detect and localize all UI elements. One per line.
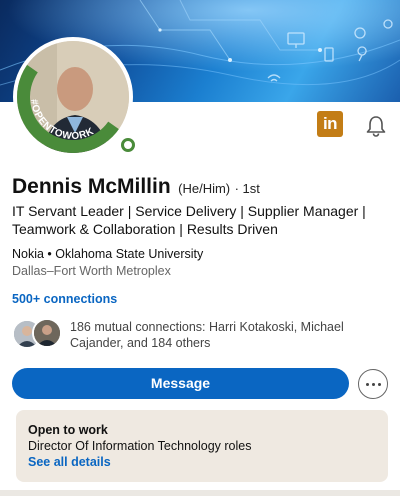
profile-avatar[interactable]: #OPENTOWORK <box>13 37 139 157</box>
profile-org[interactable]: Nokia • Oklahoma State University <box>12 247 203 261</box>
mutual-avatars[interactable] <box>12 318 62 350</box>
connection-degree: · 1st <box>234 181 260 196</box>
more-icon[interactable] <box>358 369 388 399</box>
section-divider <box>0 490 400 496</box>
see-all-details-link[interactable]: See all details <box>28 455 376 469</box>
avatar-photo: #OPENTOWORK <box>13 37 133 157</box>
avatar <box>32 318 62 348</box>
pronouns: (He/Him) <box>178 181 231 196</box>
open-to-work-roles: Director Of Information Technology roles <box>28 439 252 453</box>
bell-icon[interactable] <box>363 113 389 139</box>
open-to-work-indicator <box>117 134 139 156</box>
linkedin-icon[interactable]: in <box>317 111 343 137</box>
profile-headline: IT Servant Leader | Service Delivery | S… <box>12 203 366 237</box>
profile-location: Dallas–Fort Worth Metroplex <box>12 264 171 278</box>
mutual-connections-text[interactable]: 186 mutual connections: Harri Kotakoski,… <box>70 319 370 351</box>
name-row: Dennis McMillin (He/Him) · 1st <box>12 175 260 199</box>
open-to-work-card[interactable]: Open to work Director Of Information Tec… <box>16 410 388 482</box>
connections-link[interactable]: 500+ connections <box>12 292 117 306</box>
message-button[interactable]: Message <box>12 368 349 399</box>
profile-name: Dennis McMillin <box>12 175 171 198</box>
open-to-work-title: Open to work <box>28 423 108 437</box>
